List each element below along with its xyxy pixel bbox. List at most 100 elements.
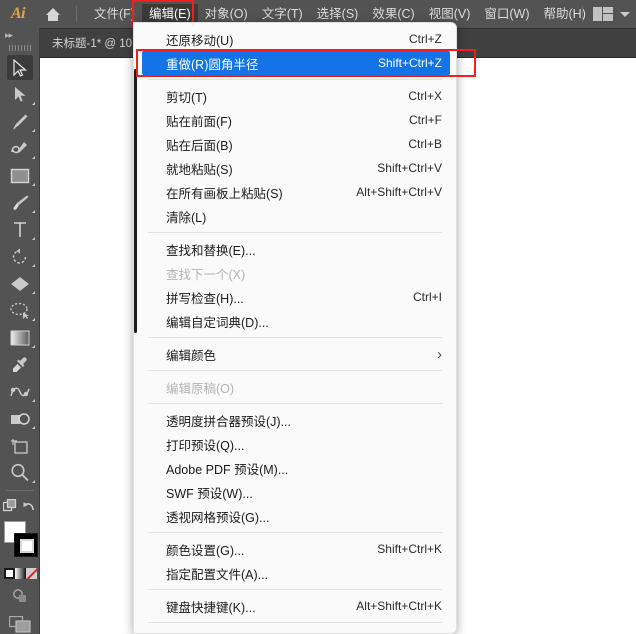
app-logo: Ai xyxy=(10,5,26,22)
blend-tool[interactable] xyxy=(0,378,40,405)
screen-mode-button[interactable] xyxy=(0,609,40,634)
menu-item-row[interactable]: 清除(L) xyxy=(134,204,456,228)
rotate-tool[interactable] xyxy=(0,243,40,270)
menu-item-shortcut: Shift+Ctrl+Z xyxy=(377,56,442,70)
gradient-tool[interactable] xyxy=(0,324,40,351)
tool-group-corner-icon xyxy=(32,345,35,348)
menu-item-row[interactable]: 打印预设(Q)... xyxy=(134,432,456,456)
toolbar-extra-row xyxy=(0,495,39,517)
menu-item-row: 编辑原稿(O) xyxy=(134,375,456,399)
curvature-icon xyxy=(11,141,27,153)
tool-group-corner-icon xyxy=(32,426,35,429)
menu-item-label: 贴在前面(F) xyxy=(166,114,232,129)
type-tool[interactable] xyxy=(0,216,40,243)
rectangle-icon xyxy=(10,168,30,183)
stroke-swatch[interactable] xyxy=(14,533,38,557)
menu-item-shortcut: Alt+Shift+Ctrl+V xyxy=(356,185,442,199)
menu-item-row[interactable]: 我的设置› xyxy=(134,627,456,634)
pen-tool[interactable] xyxy=(0,108,40,135)
menu-item-row[interactable]: 还原移动(U) Ctrl+Z xyxy=(134,27,456,51)
tool-group-corner-icon xyxy=(32,291,35,294)
menubar-item-0[interactable]: 文件(F) xyxy=(87,4,142,24)
menu-item-row[interactable]: 剪切(T) Ctrl+X xyxy=(134,84,456,108)
menu-item-row[interactable]: 拼写检查(H)... Ctrl+I xyxy=(134,285,456,309)
home-button[interactable] xyxy=(36,0,70,28)
menu-item-label: 还原移动(U) xyxy=(166,33,234,48)
chevron-right-icon: › xyxy=(437,345,442,363)
shape-builder-tool[interactable] xyxy=(0,405,40,432)
menu-separator xyxy=(148,370,442,371)
curvature-tool[interactable] xyxy=(0,135,40,162)
menu-separator xyxy=(148,532,442,533)
menubar-item-4[interactable]: 选择(S) xyxy=(310,4,366,24)
menu-item-row[interactable]: 编辑颜色 › xyxy=(134,342,456,366)
menubar-item-7[interactable]: 窗口(W) xyxy=(477,4,536,24)
tool-group-corner-icon xyxy=(32,264,35,267)
zoom-tool[interactable] xyxy=(0,459,40,486)
menu-item-shortcut: Ctrl+B xyxy=(408,137,442,151)
drawing-mode-button[interactable] xyxy=(0,583,40,609)
color-mode-swatches xyxy=(0,567,40,583)
menu-item-row[interactable]: 透视网格预设(G)... xyxy=(134,504,456,528)
menu-item-row[interactable]: 指定配置文件(A)... xyxy=(134,561,456,585)
menu-item-row[interactable]: 贴在前面(F) Ctrl+F xyxy=(134,108,456,132)
menu-separator xyxy=(148,337,442,338)
menu-item-row[interactable]: 查找和替换(E)... xyxy=(134,237,456,261)
paintbrush-tool[interactable] xyxy=(0,189,40,216)
menubar-item-2[interactable]: 对象(O) xyxy=(198,4,255,24)
menu-separator xyxy=(148,232,442,233)
menu-item-label: 清除(L) xyxy=(166,210,207,225)
undo-arrow-icon[interactable] xyxy=(20,495,40,517)
double-chevron-right-icon: ▸▸ xyxy=(5,29,13,40)
menu-item-row[interactable]: 在所有画板上粘贴(S) Alt+Shift+Ctrl+V xyxy=(134,180,456,204)
draw-normal-icon xyxy=(13,589,26,602)
menu-item-label: 颜色设置(G)... xyxy=(166,543,245,558)
document-tab[interactable]: 未标题-1* @ 10 xyxy=(40,28,144,58)
edit-menu-dropdown: 还原移动(U) Ctrl+Z 重做(R)圆角半径 Shift+Ctrl+Z 剪切(T) C… xyxy=(133,22,457,634)
menu-item-label: 打印预设(Q)... xyxy=(166,438,245,453)
tools-panel-grip[interactable] xyxy=(0,42,39,54)
arrange-icon[interactable] xyxy=(0,495,20,517)
menubar-divider xyxy=(76,6,77,22)
menu-item-row[interactable]: 编辑自定词典(D)... xyxy=(134,309,456,333)
eraser-icon xyxy=(11,276,29,291)
menubar-item-1[interactable]: 编辑(E) xyxy=(141,4,198,24)
gradient-swatch-icon[interactable] xyxy=(15,568,26,579)
menu-item-row[interactable]: SWF 预设(W)... xyxy=(134,480,456,504)
layout-switcher-icon[interactable] xyxy=(593,7,613,21)
eyedropper-tool[interactable] xyxy=(0,351,40,378)
menu-item-label: 键盘快捷键(K)... xyxy=(166,600,256,615)
tools-panel-collapse[interactable]: ▸▸ xyxy=(0,28,39,42)
menu-separator xyxy=(148,79,442,80)
none-swatch-icon[interactable] xyxy=(26,568,37,579)
chevron-down-icon[interactable] xyxy=(620,11,630,17)
menu-item-row[interactable]: 透明度拼合器预设(J)... xyxy=(134,408,456,432)
menu-item-label: 指定配置文件(A)... xyxy=(166,567,269,582)
menubar-item-6[interactable]: 视图(V) xyxy=(422,4,478,24)
eraser-tool[interactable] xyxy=(0,270,40,297)
artboard-tool[interactable] xyxy=(0,432,40,459)
menu-item-row[interactable]: 重做(R)圆角半径 Shift+Ctrl+Z xyxy=(142,51,450,75)
menu-item-row[interactable]: 就地粘贴(S) Shift+Ctrl+V xyxy=(134,156,456,180)
type-T-icon xyxy=(14,221,26,237)
menubar-item-5[interactable]: 效果(C) xyxy=(365,4,421,24)
direct-selection-tool[interactable] xyxy=(0,81,40,108)
rotate-arrow-icon xyxy=(12,248,26,264)
menu-item-row[interactable]: 贴在后面(B) Ctrl+B xyxy=(134,132,456,156)
lasso-tool[interactable] xyxy=(0,297,40,324)
menu-item-row[interactable]: 键盘快捷键(K)... Alt+Shift+Ctrl+K xyxy=(134,594,456,618)
arrow-cursor-icon xyxy=(13,58,28,77)
menubar-item-3[interactable]: 文字(T) xyxy=(255,4,310,24)
paintbrush-icon xyxy=(12,195,28,210)
pen-nib-icon xyxy=(13,114,28,129)
tool-group-corner-icon xyxy=(32,102,35,105)
menu-item-row: 查找下一个(X) xyxy=(134,261,456,285)
rectangle-tool[interactable] xyxy=(0,162,40,189)
menu-item-row[interactable]: Adobe PDF 预设(M)... xyxy=(134,456,456,480)
color-swatch-icon[interactable] xyxy=(4,568,15,579)
topright-divider xyxy=(582,6,583,22)
selection-tool[interactable] xyxy=(0,54,40,81)
menu-item-row[interactable]: 颜色设置(G)... Shift+Ctrl+K xyxy=(134,537,456,561)
menu-item-label: 剪切(T) xyxy=(166,90,207,105)
menu-item-label: 就地粘贴(S) xyxy=(166,162,233,177)
